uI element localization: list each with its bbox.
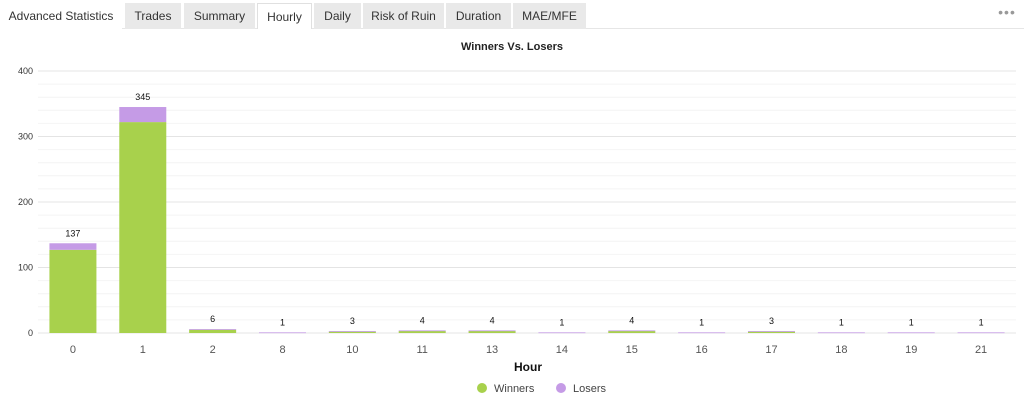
data-label: 1 bbox=[699, 317, 704, 327]
x-tick-label: 18 bbox=[835, 344, 847, 356]
bar-losers[interactable] bbox=[887, 332, 935, 334]
tab-risk-of-ruin[interactable]: Risk of Ruin bbox=[363, 3, 444, 29]
data-label: 3 bbox=[769, 316, 774, 326]
bar-losers[interactable] bbox=[398, 330, 446, 332]
x-tick-label: 15 bbox=[626, 344, 638, 356]
chart-bars: 137 345 6 1 3 4 4 1 4 1 3 1 1 1 bbox=[49, 92, 1005, 334]
data-label: 1 bbox=[280, 317, 285, 327]
x-tick-label: 0 bbox=[70, 344, 76, 356]
legend-marker bbox=[556, 383, 566, 393]
data-label: 1 bbox=[909, 317, 914, 327]
data-label: 4 bbox=[490, 315, 495, 325]
bar-losers[interactable] bbox=[189, 329, 237, 330]
data-label: 1 bbox=[839, 317, 844, 327]
x-tick-label: 2 bbox=[210, 344, 216, 356]
data-label: 6 bbox=[210, 314, 215, 324]
tab-mae-mfe[interactable]: MAE/MFE bbox=[513, 3, 586, 29]
bar-losers[interactable] bbox=[49, 243, 97, 250]
tab-bar: Advanced Statistics Trades Summary Hourl… bbox=[0, 0, 1024, 29]
tab-duration[interactable]: Duration bbox=[446, 3, 511, 29]
x-tick-label: 13 bbox=[486, 344, 498, 356]
legend-label: Losers bbox=[573, 383, 607, 395]
tab-daily[interactable]: Daily bbox=[314, 3, 361, 29]
legend-label: Winners bbox=[494, 383, 535, 395]
bar-winners[interactable] bbox=[328, 331, 376, 333]
bar-winners[interactable] bbox=[398, 331, 446, 333]
x-tick-label: 14 bbox=[556, 344, 568, 356]
x-tick-label: 8 bbox=[279, 344, 285, 356]
tab-summary[interactable]: Summary bbox=[184, 3, 255, 29]
tab-hourly[interactable]: Hourly bbox=[257, 3, 312, 29]
bar-losers[interactable] bbox=[259, 332, 306, 334]
data-label: 1 bbox=[559, 317, 564, 327]
bar-losers[interactable] bbox=[468, 330, 516, 332]
data-label: 3 bbox=[350, 316, 355, 326]
data-label: 345 bbox=[135, 92, 150, 102]
y-tick-label: 200 bbox=[18, 197, 33, 207]
data-label: 4 bbox=[420, 315, 425, 325]
x-axis-label: Hour bbox=[514, 360, 542, 374]
y-tick-label: 400 bbox=[18, 66, 33, 76]
data-label: 137 bbox=[65, 228, 80, 238]
winners-vs-losers-chart: Winners Vs. Losers 0100200300400 1373456… bbox=[18, 41, 1016, 395]
tab-trades[interactable]: Trades bbox=[125, 3, 181, 29]
bar-winners[interactable] bbox=[119, 122, 167, 333]
bar-losers[interactable] bbox=[817, 332, 865, 334]
data-label: 1 bbox=[979, 317, 984, 327]
bar-winners[interactable] bbox=[608, 331, 656, 333]
data-label: 4 bbox=[629, 315, 634, 325]
x-tick-label: 11 bbox=[417, 344, 428, 356]
legend-item[interactable]: Winners bbox=[477, 383, 535, 395]
bar-losers[interactable] bbox=[538, 332, 586, 334]
x-axis: 0 1 2 8 10 11 13 14 15 16 17 18 19 21 bbox=[70, 344, 987, 356]
bar-losers[interactable] bbox=[328, 331, 376, 332]
legend-marker bbox=[477, 383, 487, 393]
bar-losers[interactable] bbox=[748, 331, 795, 332]
x-tick-label: 21 bbox=[975, 344, 987, 356]
bar-winners[interactable] bbox=[49, 249, 97, 333]
bar-losers[interactable] bbox=[119, 107, 167, 123]
chart-title: Winners Vs. Losers bbox=[461, 41, 563, 53]
y-tick-label: 300 bbox=[18, 132, 33, 142]
more-dots-icon[interactable]: ••• bbox=[998, 5, 1016, 19]
chart-grid bbox=[38, 70, 1016, 334]
x-tick-label: 16 bbox=[696, 344, 708, 356]
y-tick-label: 0 bbox=[28, 328, 33, 338]
y-tick-label: 100 bbox=[18, 263, 33, 273]
x-tick-label: 17 bbox=[765, 344, 777, 356]
legend-item[interactable]: Losers bbox=[556, 383, 607, 395]
x-tick-label: 19 bbox=[905, 344, 917, 356]
chart-legend: Winners Losers bbox=[477, 383, 607, 395]
bar-losers[interactable] bbox=[678, 332, 726, 334]
bar-winners[interactable] bbox=[748, 331, 795, 333]
x-tick-label: 1 bbox=[140, 344, 146, 356]
bar-losers[interactable] bbox=[957, 332, 1005, 334]
y-axis: 0 100 200 300 400 bbox=[18, 66, 33, 338]
bar-losers[interactable] bbox=[608, 330, 656, 332]
tab-advanced-statistics: Advanced Statistics bbox=[0, 3, 122, 29]
bar-winners[interactable] bbox=[468, 331, 516, 333]
x-tick-label: 10 bbox=[346, 344, 358, 356]
bar-winners[interactable] bbox=[189, 329, 237, 333]
